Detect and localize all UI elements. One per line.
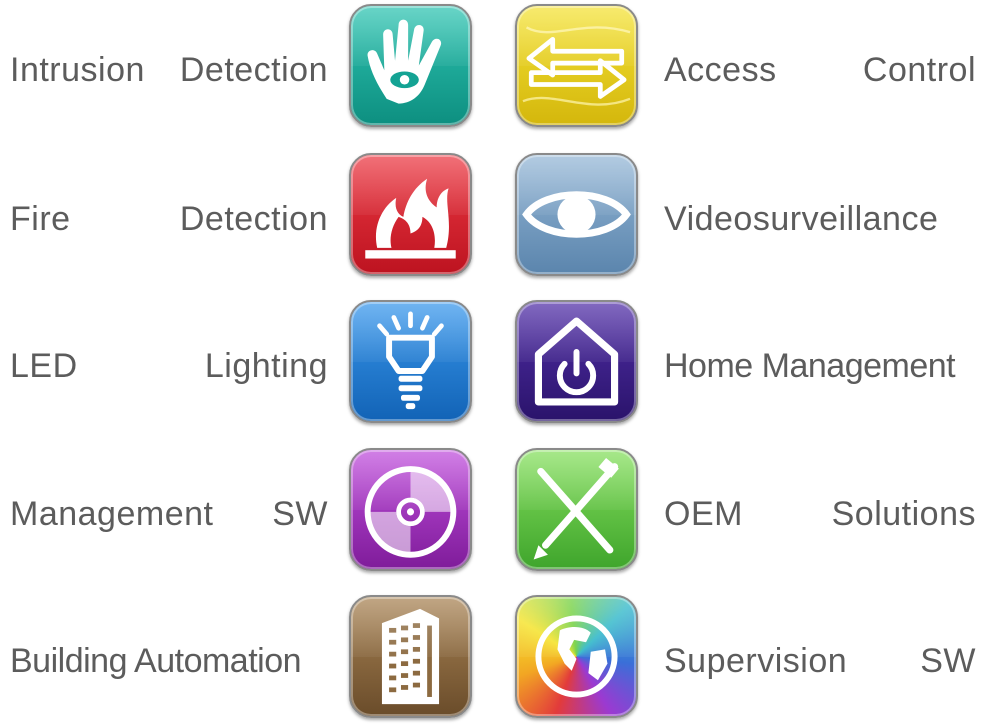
label-word: Fire xyxy=(10,200,71,238)
label-word: Home Management xyxy=(664,347,956,385)
row-fire-video: Fire Detection Videosurveillance xyxy=(0,153,985,283)
videosurveillance-tile[interactable] xyxy=(515,153,638,276)
supervision-sw-tile[interactable] xyxy=(515,595,638,718)
access-control-label: Access Control xyxy=(664,34,976,106)
label-word: Lighting xyxy=(204,347,328,385)
tools-caliper-icon xyxy=(533,457,619,560)
label-word: Solutions xyxy=(831,495,976,533)
oem-solutions-label: OEM Solutions xyxy=(664,478,976,550)
access-control-tile[interactable] xyxy=(515,4,638,127)
intrusion-detection-tile[interactable] xyxy=(349,4,472,127)
label-word: Detection xyxy=(179,51,328,89)
building-icon xyxy=(381,608,440,705)
row-intrusion-access: Intrusion Detection Access Control xyxy=(0,4,985,134)
led-lighting-tile[interactable] xyxy=(349,300,472,423)
label-word: LED xyxy=(10,347,78,385)
home-power-icon xyxy=(534,317,619,406)
arrows-exchange-icon xyxy=(522,26,631,106)
led-lighting-label: LED Lighting xyxy=(10,330,328,402)
led-bulb-icon xyxy=(377,311,444,410)
fire-detection-label: Fire Detection xyxy=(10,183,328,255)
home-management-tile[interactable] xyxy=(515,300,638,423)
row-building-supervision: Building Automation Supervision SW xyxy=(0,595,985,725)
row-led-home: LED Lighting Home Management xyxy=(0,300,985,430)
label-word: Management xyxy=(10,495,214,533)
label-word: SW xyxy=(272,495,328,533)
label-word: Building Automation xyxy=(10,642,302,680)
globe-icon xyxy=(535,615,618,698)
label-word: Supervision xyxy=(664,642,848,680)
fire-detection-tile[interactable] xyxy=(349,153,472,276)
videosurveillance-label: Videosurveillance xyxy=(664,183,976,255)
label-word: Intrusion xyxy=(10,51,145,89)
intrusion-detection-label: Intrusion Detection xyxy=(10,34,328,106)
label-word: Access xyxy=(664,51,777,89)
hand-eye-icon xyxy=(367,19,442,104)
eye-icon xyxy=(522,191,631,238)
home-management-label: Home Management xyxy=(664,330,976,402)
flame-icon xyxy=(365,178,456,259)
label-word: OEM xyxy=(664,495,743,533)
label-word: Control xyxy=(862,51,976,89)
building-automation-tile[interactable] xyxy=(349,595,472,718)
row-mgmt-oem: Management SW OEM Solutions xyxy=(0,448,985,578)
management-sw-label: Management SW xyxy=(10,478,328,550)
label-word: SW xyxy=(920,642,976,680)
supervision-sw-label: Supervision SW xyxy=(664,625,976,697)
building-automation-label: Building Automation xyxy=(10,625,328,697)
label-word: Videosurveillance xyxy=(664,200,939,238)
oem-solutions-tile[interactable] xyxy=(515,448,638,571)
management-sw-tile[interactable] xyxy=(349,448,472,571)
label-word: Detection xyxy=(179,200,328,238)
disc-icon xyxy=(364,466,457,558)
